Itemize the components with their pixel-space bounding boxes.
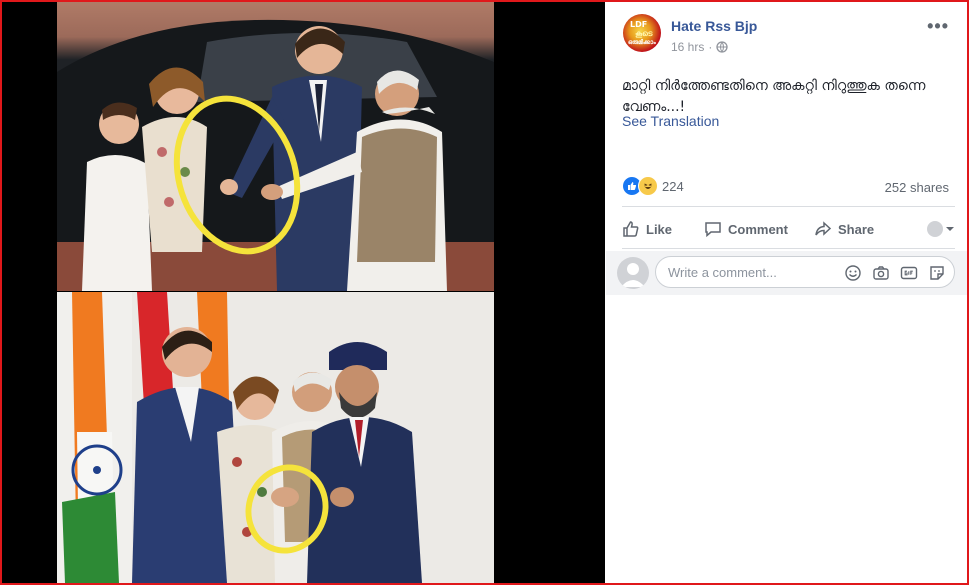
more-options-button[interactable]: ••• <box>927 16 949 37</box>
comment-tools <box>844 264 946 282</box>
avatar-text-1: LDF <box>630 20 648 29</box>
chevron-down-icon <box>946 227 954 231</box>
meta-separator: · <box>708 40 713 54</box>
like-outline-icon <box>623 221 639 237</box>
viewer-avatar-icon <box>927 221 943 237</box>
avatar-text-2: കൂടെ <box>635 29 653 38</box>
camera-icon[interactable] <box>872 264 890 282</box>
user-avatar <box>617 257 649 289</box>
page-name-link[interactable]: Hate Rss Bjp <box>671 18 757 34</box>
emoji-icon[interactable] <box>844 264 862 282</box>
photo-viewer[interactable] <box>2 2 605 583</box>
comment-input[interactable]: Write a comment... <box>655 256 955 288</box>
reaction-count: 224 <box>662 178 684 194</box>
post-time[interactable]: 16 hrs <box>671 40 704 54</box>
divider <box>622 206 955 207</box>
photo-bottom <box>57 292 494 583</box>
page-avatar[interactable]: LDF കൂടെ ഒരുമിക്കാം <box>623 14 661 52</box>
like-button[interactable]: Like <box>622 220 692 238</box>
divider <box>622 248 955 249</box>
comment-icon <box>705 222 721 238</box>
comment-placeholder: Write a comment... <box>668 265 777 280</box>
gif-icon[interactable] <box>900 264 918 282</box>
avatar-text-3: ഒരുമിക്കാം <box>628 39 656 46</box>
post-sidebar: LDF കൂടെ ഒരുമിക്കാം Hate Rss Bjp 16 hrs … <box>606 2 967 583</box>
comment-composer: Write a comment... <box>606 251 967 295</box>
photo-bottom-illustration <box>57 292 422 583</box>
share-label: Share <box>838 221 875 237</box>
post-meta: 16 hrs · <box>671 40 729 54</box>
like-label: Like <box>646 221 673 237</box>
sticker-icon[interactable] <box>928 264 946 282</box>
shares-count-link[interactable]: 252 shares <box>885 180 949 195</box>
reaction-audience-selector[interactable] <box>927 221 955 237</box>
reactions-summary[interactable]: 224 <box>622 176 684 196</box>
comment-label: Comment <box>728 221 788 237</box>
action-bar: Like Comment Share <box>622 214 955 244</box>
post-text: മാറ്റി നിർത്തേണ്ടതിനെ അകറ്റി നിറുത്തുക ത… <box>622 78 926 115</box>
photo-top-illustration <box>57 19 494 291</box>
share-button[interactable]: Share <box>814 220 894 238</box>
see-translation-link[interactable]: See Translation <box>622 113 719 129</box>
haha-icon <box>638 176 658 196</box>
comment-button[interactable]: Comment <box>704 220 814 238</box>
photo-top <box>57 2 494 291</box>
globe-icon <box>716 41 729 53</box>
share-icon <box>815 221 832 236</box>
